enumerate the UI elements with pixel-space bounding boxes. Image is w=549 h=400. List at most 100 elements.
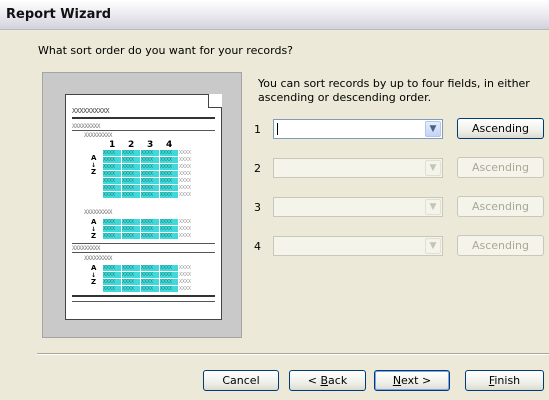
preview-divider	[72, 243, 215, 244]
preview-cell: XXXX	[179, 157, 192, 163]
preview-cell: XXXX	[160, 192, 178, 198]
preview-group-header: XXXXXXXXX	[72, 245, 101, 252]
sort-field-number: 2	[254, 162, 261, 175]
preview-cell: XXXX	[160, 233, 178, 239]
preview-cell: XXXX	[179, 150, 192, 156]
preview-cell: XXXX	[160, 157, 178, 163]
preview-cell: XXXX	[179, 219, 192, 225]
preview-cell: XXXX	[141, 219, 159, 225]
preview-cell: XXXX	[141, 150, 159, 156]
sort-az-icon: A ↓ Z	[91, 218, 97, 240]
preview-cell: XXXX	[103, 192, 121, 198]
preview-cell: XXXX	[103, 150, 121, 156]
preview-cell: XXXX	[103, 171, 121, 177]
preview-cell: XXXX	[122, 233, 140, 239]
preview-cell: XXXX	[103, 226, 121, 232]
sort-prompt: What sort order do you want for your rec…	[38, 44, 294, 57]
preview-cell: XXXX	[141, 233, 159, 239]
preview-cell: XXXX	[179, 178, 192, 184]
chevron-down-icon[interactable]: ▼	[425, 160, 441, 176]
preview-cell: XXXX	[122, 150, 140, 156]
preview-cell: XXXX	[141, 226, 159, 232]
finish-rest: inish	[494, 374, 521, 387]
sort-order-4-button[interactable]: Ascending	[457, 235, 544, 256]
preview-cell: XXXX	[141, 265, 159, 271]
sort-info-text: You can sort records by up to four field…	[258, 77, 530, 104]
sort-order-1-button[interactable]: Ascending	[457, 118, 544, 139]
preview-cell: XXXX	[160, 279, 178, 285]
next-button[interactable]: Next >	[374, 370, 450, 391]
sort-az-icon: A ↓ Z	[91, 154, 97, 176]
preview-cell: XXXX	[103, 185, 121, 191]
back-button[interactable]: < Back	[289, 370, 366, 391]
title-bar: Report Wizard	[0, 0, 549, 30]
preview-cell: XXXX	[160, 286, 178, 292]
preview-subgroup-header: XXXXXXXXX	[84, 209, 113, 216]
sort-glyph-z: Z	[91, 168, 97, 176]
sort-glyph-z: Z	[91, 232, 97, 240]
preview-cell: XXXX	[160, 265, 178, 271]
cancel-button[interactable]: Cancel	[203, 370, 279, 391]
preview-cell: XXXX	[122, 178, 140, 184]
report-preview-panel: XXXXXXXXXX XXXXXXXXX XXXXXXXXX 1 2 3 4 X…	[42, 72, 242, 338]
preview-cell: XXXX	[179, 171, 192, 177]
sort-glyph-a: A	[91, 264, 97, 272]
sort-field-2-select[interactable]: ▼	[273, 158, 443, 178]
preview-divider	[72, 252, 215, 253]
chevron-down-icon[interactable]: ▼	[425, 121, 441, 137]
sort-glyph-a: A	[91, 218, 97, 226]
sort-field-4-select[interactable]: ▼	[273, 236, 443, 256]
preview-cell: XXXX	[160, 185, 178, 191]
sort-field-number: 1	[254, 123, 261, 136]
preview-cell: XXXX	[179, 286, 192, 292]
sort-glyph-a: A	[91, 154, 97, 162]
preview-subgroup-header: XXXXXXXXX	[84, 132, 113, 139]
preview-cell: XXXX	[103, 286, 121, 292]
preview-cell: XXXX	[122, 219, 140, 225]
sort-field-3-select[interactable]: ▼	[273, 197, 443, 217]
sort-field-1-select[interactable]: ▼	[273, 119, 443, 139]
sort-field-number: 3	[254, 201, 261, 214]
preview-cell: XXXX	[122, 265, 140, 271]
preview-cell: XXXX	[179, 185, 192, 191]
preview-cell: XXXX	[179, 265, 192, 271]
report-page-preview: XXXXXXXXXX XXXXXXXXX XXXXXXXXX 1 2 3 4 X…	[65, 94, 222, 320]
back-rest: ack	[328, 374, 348, 387]
preview-cell: XXXX	[103, 233, 121, 239]
preview-cell: XXXX	[141, 178, 159, 184]
preview-cell: XXXX	[179, 164, 192, 170]
window-title: Report Wizard	[6, 7, 112, 22]
preview-divider	[72, 130, 215, 131]
preview-cell: XXXX	[179, 233, 192, 239]
preview-cell: XXXX	[160, 171, 178, 177]
preview-cell: XXXX	[103, 178, 121, 184]
preview-cell: XXXX	[103, 272, 121, 278]
preview-cell: XXXX	[122, 185, 140, 191]
chevron-down-icon[interactable]: ▼	[425, 238, 441, 254]
sort-order-3-button[interactable]: Ascending	[457, 196, 544, 217]
preview-cell: XXXX	[122, 171, 140, 177]
finish-button[interactable]: Finish	[465, 370, 544, 391]
next-accel: N	[392, 374, 402, 387]
preview-group-header: XXXXXXXXX	[72, 123, 101, 130]
preview-cell: XXXX	[141, 286, 159, 292]
sort-order-2-button[interactable]: Ascending	[457, 157, 544, 178]
preview-col-number: 1	[109, 140, 116, 150]
preview-cell: XXXX	[160, 164, 178, 170]
preview-col-number: 3	[147, 140, 154, 150]
preview-cell: XXXX	[179, 272, 192, 278]
preview-col-number: 2	[128, 140, 135, 150]
chevron-down-icon[interactable]: ▼	[425, 199, 441, 215]
preview-cell: XXXX	[122, 164, 140, 170]
preview-cell: XXXX	[122, 272, 140, 278]
sort-field-number: 4	[254, 240, 261, 253]
preview-divider	[72, 117, 215, 119]
preview-cell: XXXX	[141, 164, 159, 170]
preview-cell: XXXX	[103, 219, 121, 225]
preview-cell: XXXX	[160, 272, 178, 278]
preview-cell: XXXX	[141, 192, 159, 198]
preview-cell: XXXX	[122, 157, 140, 163]
preview-cell: XXXX	[160, 150, 178, 156]
preview-divider	[72, 301, 215, 302]
preview-cell: XXXX	[141, 279, 159, 285]
